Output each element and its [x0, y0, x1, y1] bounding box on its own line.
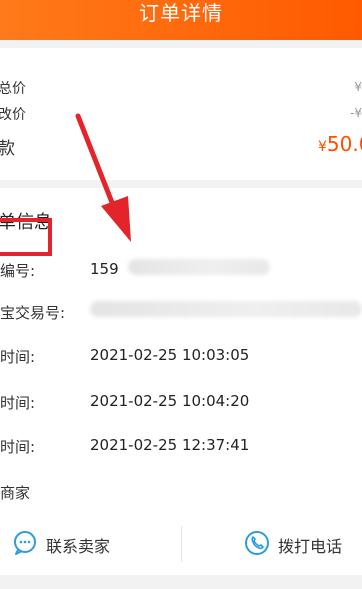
call-phone-label: 拨打电话	[278, 537, 343, 556]
order-info-card: 单信息 编号: 159 宝交易号: 时间: 2021-02-25 10:03:0…	[0, 188, 362, 575]
trade-number-redaction	[90, 301, 362, 317]
order-number-label: 编号:	[0, 262, 36, 280]
total-price-value: ¥	[354, 80, 362, 94]
page-header: 订单详情	[0, 0, 362, 40]
created-time-label: 时间:	[0, 348, 36, 366]
order-number-value[interactable]: 159	[90, 260, 119, 278]
action-divider	[181, 526, 182, 562]
discount-value: -¥	[350, 106, 362, 120]
order-number-highlight-box	[0, 218, 52, 256]
contact-seller-label: 联系卖家	[46, 537, 111, 556]
phone-icon	[244, 530, 270, 560]
payment-time-label: 时间:	[0, 394, 36, 412]
trade-number-label: 宝交易号:	[0, 304, 66, 322]
paid-amount-value: ¥50.0	[318, 132, 362, 156]
payment-time-value: 2021-02-25 10:04:20	[90, 392, 250, 410]
chat-bubble-icon	[12, 530, 38, 560]
price-summary-card: 总价 ¥ 改价 -¥ 款 ¥50.0	[0, 48, 362, 180]
merchant-label: 商家	[0, 484, 31, 502]
paid-amount-label: 款	[0, 139, 15, 159]
contact-seller-button[interactable]: 联系卖家	[12, 530, 110, 560]
shipping-time-value: 2021-02-25 12:37:41	[90, 436, 250, 454]
order-number-redaction	[128, 259, 270, 275]
page-title: 订单详情	[139, 1, 223, 25]
total-price-label: 总价	[0, 81, 26, 97]
discount-label: 改价	[0, 107, 26, 123]
currency-symbol: ¥	[318, 139, 327, 155]
shipping-time-label: 时间:	[0, 438, 36, 456]
call-phone-button[interactable]: 拨打电话	[244, 530, 342, 560]
paid-amount-number: 50.0	[326, 132, 362, 156]
created-time-value: 2021-02-25 10:03:05	[90, 346, 250, 364]
